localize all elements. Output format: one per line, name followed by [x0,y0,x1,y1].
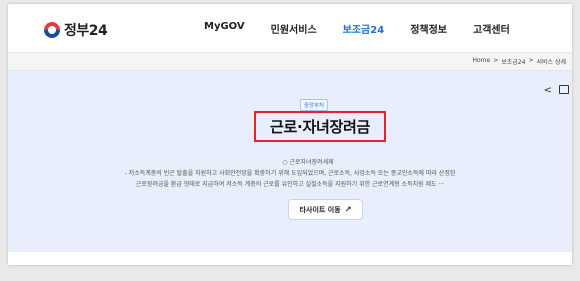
nav-item-policy-info[interactable]: 정책정보 [410,21,447,36]
title-highlight-box: 근로·자녀장려금 [254,111,386,142]
external-site-button-label: 타사이트 이동 [299,205,341,214]
external-site-button[interactable]: 타사이트 이동 ↗ [288,199,363,220]
service-subtitle: ○ 근로자녀장려세제 [282,159,334,166]
breadcrumb-home[interactable]: Home [473,57,491,66]
breadcrumb-separator: > [528,57,534,64]
site-header: 정부24 MyGOV 민원서비스 보조금24 정책정보 고객센터 [8,4,572,52]
print-icon[interactable] [559,85,569,94]
logo[interactable]: 정부24 [44,20,108,40]
taegeuk-logo-icon [44,22,60,38]
service-description-line-2: 근로장려금을 환급 형태로 지급하여 저소득 계층의 근로를 유인하고 실질소득… [135,181,445,188]
nav-item-mygov[interactable]: MyGOV [204,21,245,36]
breadcrumb-subsidy24[interactable]: 보조금24 [501,57,525,66]
main-nav: MyGOV 민원서비스 보조금24 정책정보 고객센터 [204,21,536,36]
service-description-line-1: - 저소득계층의 빈곤 탈출을 지원하고 사회안전망을 확충하기 위해 도입되었… [124,170,456,177]
page-title: 근로·자녀장려금 [270,118,370,136]
service-hero: < 중앙부처 근로·자녀장려금 ○ 근로자녀장려세제 - 저소득계층의 빈곤 탈… [8,71,572,252]
external-arrow-icon: ↗ [344,205,352,214]
breadcrumb-current: 서비스 상세 [536,59,566,66]
share-icon[interactable]: < [544,85,552,96]
nav-item-customer-center[interactable]: 고객센터 [473,21,510,36]
page: 정부24 MyGOV 민원서비스 보조금24 정책정보 고객센터 Home > … [8,4,572,265]
category-badge: 중앙부처 [299,99,329,111]
logo-text: 정부24 [64,23,108,39]
nav-item-civil-service[interactable]: 민원서비스 [271,21,317,36]
breadcrumb: Home > 보조금24 > 서비스 상세 [8,52,572,71]
nav-item-subsidy24[interactable]: 보조금24 [343,21,385,36]
breadcrumb-separator: > [493,57,499,64]
